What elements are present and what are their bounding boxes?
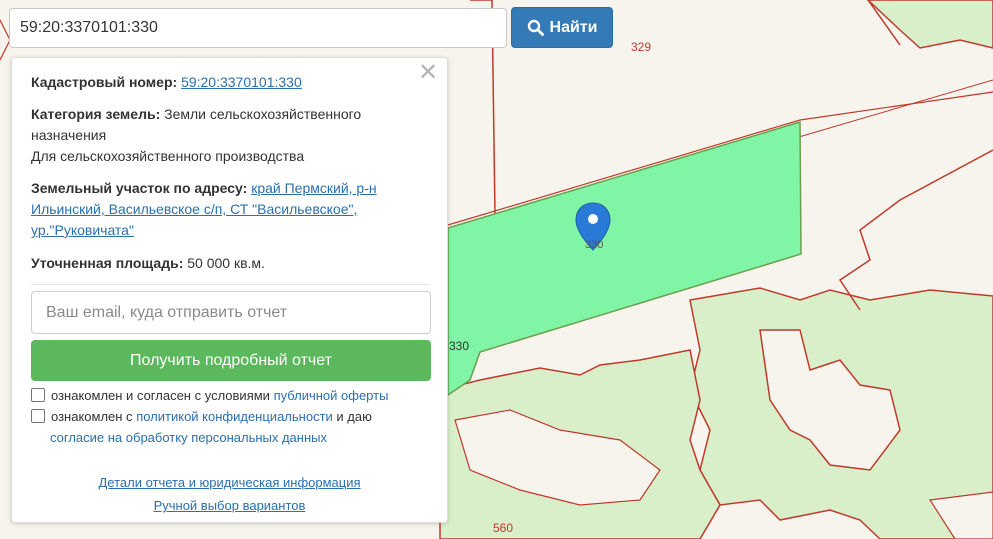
parcel-number-label: 560 <box>493 521 514 535</box>
address-link-line2[interactable]: Ильинский, Васильевское с/п, СТ "Василье… <box>31 201 357 217</box>
report-details-link[interactable]: Детали отчета и юридическая информация <box>12 475 447 490</box>
privacy-policy-link[interactable]: политикой конфиденциальности <box>136 409 333 424</box>
divider <box>31 284 429 285</box>
parcel-number-label: 329 <box>631 40 652 54</box>
cadastral-number-row: Кадастровый номер: 59:20:3370101:330 <box>31 72 431 93</box>
search-button-label: Найти <box>549 18 598 36</box>
manual-selection-link[interactable]: Ручной выбор вариантов <box>12 498 447 513</box>
privacy-consent-checkbox[interactable] <box>31 409 45 423</box>
parcel-number-label: 330 <box>449 339 470 353</box>
address-row: Земельный участок по адресу: край Пермск… <box>31 178 431 241</box>
area-row: Уточненная площадь: 50 000 кв.м. <box>31 253 431 274</box>
address-label: Земельный участок по адресу: <box>31 180 248 196</box>
green-area <box>866 0 993 49</box>
search-icon <box>527 19 544 36</box>
privacy-consent-row: ознакомлен с политикой конфиденциальност… <box>31 406 431 448</box>
land-category-label: Категория земель: <box>31 106 161 122</box>
parcel-info-panel: ✕ Кадастровый номер: 59:20:3370101:330 К… <box>11 57 448 523</box>
address-link-line1[interactable]: край Пермский, р-н <box>251 180 376 196</box>
privacy-consent-and: и даю <box>336 409 372 424</box>
parcel-boundary <box>838 149 993 311</box>
email-input[interactable] <box>31 291 431 334</box>
public-offer-link[interactable]: публичной оферты <box>274 388 389 403</box>
offer-consent-text: ознакомлен и согласен с условиями <box>51 388 270 403</box>
cadastral-search-input[interactable] <box>9 8 507 48</box>
area-value: 50 000 кв.м. <box>187 255 265 271</box>
get-report-button[interactable]: Получить подробный отчет <box>31 340 431 381</box>
area-label: Уточненная площадь: <box>31 255 184 271</box>
cadastral-number-label: Кадастровый номер: <box>31 74 178 90</box>
cadastral-number-link[interactable]: 59:20:3370101:330 <box>181 74 302 90</box>
land-category-row: Категория земель: Земли сельскохозяйстве… <box>31 104 431 167</box>
search-button[interactable]: Найти <box>511 7 613 48</box>
parcel-number-label: 330 <box>585 239 604 251</box>
offer-consent-checkbox[interactable] <box>31 388 45 402</box>
offer-consent-row: ознакомлен и согласен с условиями публич… <box>31 385 431 406</box>
address-link-line3[interactable]: ур."Руковичата" <box>31 222 134 238</box>
personal-data-consent-link[interactable]: согласие на обработку персональных данны… <box>50 430 327 445</box>
land-usage-value: Для сельскохозяйственного производства <box>31 148 305 164</box>
privacy-consent-text: ознакомлен с <box>51 409 133 424</box>
